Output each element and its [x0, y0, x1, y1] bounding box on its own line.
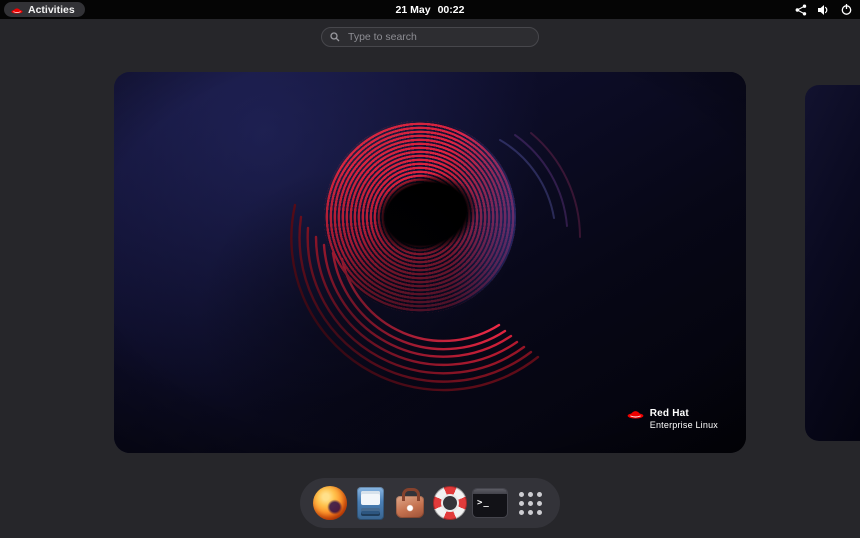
- activities-label: Activities: [28, 3, 75, 16]
- system-status-area[interactable]: [795, 0, 853, 19]
- app-grid-icon: [518, 491, 542, 515]
- files-icon: [356, 486, 384, 520]
- firefox-icon: [313, 486, 347, 520]
- clock[interactable]: 21 May 00:22: [396, 0, 465, 19]
- network-icon: [795, 4, 807, 16]
- power-icon: [840, 3, 853, 16]
- redhat-brand-lockup: Red Hat Enterprise Linux: [627, 408, 718, 430]
- workspace-preview-next[interactable]: [805, 85, 860, 441]
- software-icon: [396, 488, 424, 518]
- clock-time: 00:22: [437, 3, 465, 16]
- workspace-preview-current[interactable]: Red Hat Enterprise Linux: [114, 72, 746, 453]
- dock: [300, 478, 560, 528]
- terminal-icon: [472, 488, 508, 518]
- dock-item-firefox[interactable]: [310, 480, 350, 526]
- show-applications-button[interactable]: [510, 480, 550, 526]
- activities-button[interactable]: Activities: [4, 2, 85, 17]
- help-icon: [433, 486, 467, 520]
- dock-item-files[interactable]: [350, 480, 390, 526]
- search-input[interactable]: [346, 30, 530, 44]
- search-field[interactable]: [321, 27, 539, 47]
- brand-line1: Red Hat: [649, 408, 689, 420]
- top-bar: Activities 21 May 00:22: [0, 0, 860, 19]
- wallpaper-art: [114, 72, 746, 453]
- volume-icon: [817, 4, 830, 16]
- search-row: [0, 27, 860, 47]
- redhat-logo-icon: [11, 6, 23, 14]
- dock-item-help[interactable]: [430, 480, 470, 526]
- clock-date: 21 May: [395, 3, 431, 16]
- brand-line2: Enterprise Linux: [649, 419, 718, 430]
- dock-item-software[interactable]: [390, 480, 430, 526]
- redhat-fedora-icon: [627, 408, 644, 419]
- search-icon: [330, 32, 340, 42]
- dock-item-terminal[interactable]: [470, 480, 510, 526]
